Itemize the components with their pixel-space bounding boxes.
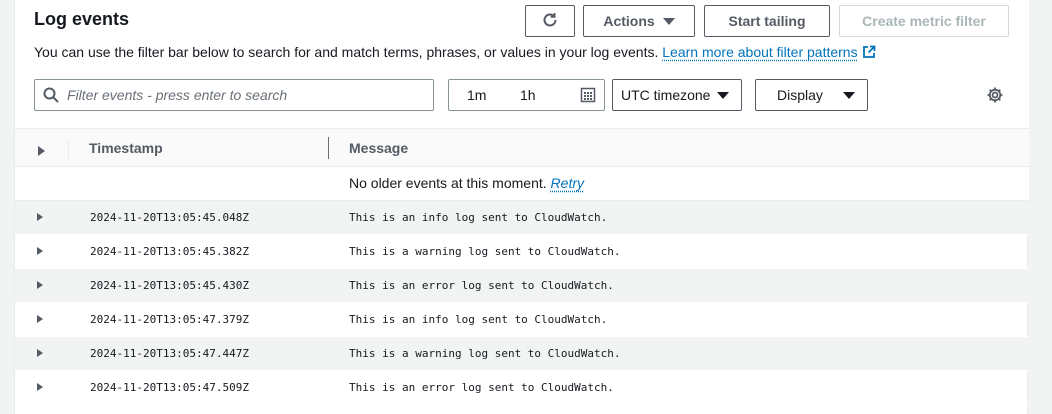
row-message: This is an info log sent to CloudWatch. xyxy=(349,211,608,224)
display-select[interactable]: Display xyxy=(755,79,868,111)
table-row[interactable]: 2024-11-20T13:05:47.379Z This is an info… xyxy=(15,303,1029,337)
filter-description: You can use the filter bar below to sear… xyxy=(34,44,876,62)
row-timestamp: 2024-11-20T13:05:45.048Z xyxy=(90,211,249,224)
column-header-message: Message xyxy=(349,140,409,156)
no-older-events-notice: No older events at this moment. Retry xyxy=(15,167,1029,201)
expand-all-icon[interactable] xyxy=(37,143,45,161)
row-message: This is an error log sent to CloudWatch. xyxy=(349,381,614,394)
learn-more-link[interactable]: Learn more about filter patterns xyxy=(662,44,857,60)
calendar-icon[interactable] xyxy=(580,87,596,106)
filter-events-search[interactable] xyxy=(34,79,434,111)
refresh-icon xyxy=(541,11,559,32)
page-title: Log events xyxy=(34,9,130,29)
row-timestamp: 2024-11-20T13:05:45.382Z xyxy=(90,245,249,258)
expand-row-icon[interactable] xyxy=(37,383,43,391)
table-row[interactable]: 2024-11-20T13:05:45.382Z This is a warni… xyxy=(15,235,1029,269)
retry-link[interactable]: Retry xyxy=(551,175,584,191)
timezone-select[interactable]: UTC timezone xyxy=(612,79,742,111)
actions-label: Actions xyxy=(603,13,655,29)
description-text: You can use the filter bar below to sear… xyxy=(34,44,659,60)
create-metric-filter-button[interactable]: Create metric filter xyxy=(839,5,1009,37)
row-timestamp: 2024-11-20T13:05:47.447Z xyxy=(90,347,249,360)
timezone-label: UTC timezone xyxy=(621,87,711,103)
gear-icon[interactable] xyxy=(986,86,1004,109)
table-row[interactable]: 2024-11-20T13:05:47.509Z This is an erro… xyxy=(15,371,1029,405)
range-1m-button[interactable]: 1m xyxy=(467,87,486,103)
display-label: Display xyxy=(777,87,823,103)
column-header-timestamp[interactable]: Timestamp xyxy=(89,140,163,156)
actions-button[interactable]: Actions xyxy=(583,5,695,37)
log-events-header: Log events Actions Start tailing Create … xyxy=(15,0,1029,128)
caret-down-icon xyxy=(843,92,855,99)
row-message: This is an info log sent to CloudWatch. xyxy=(349,313,608,326)
row-message: This is an error log sent to CloudWatch. xyxy=(349,279,614,292)
row-timestamp: 2024-11-20T13:05:47.379Z xyxy=(90,313,249,326)
expand-row-icon[interactable] xyxy=(37,213,43,221)
search-input[interactable] xyxy=(67,87,427,103)
expand-row-icon[interactable] xyxy=(37,281,43,289)
table-header: Timestamp Message xyxy=(15,128,1029,167)
expand-row-icon[interactable] xyxy=(37,315,43,323)
expand-row-icon[interactable] xyxy=(37,349,43,357)
log-events-table: Timestamp Message No older events at thi… xyxy=(15,128,1029,405)
range-1h-button[interactable]: 1h xyxy=(520,87,536,103)
row-timestamp: 2024-11-20T13:05:45.430Z xyxy=(90,279,249,292)
log-events-panel: Log events Actions Start tailing Create … xyxy=(14,0,1029,414)
refresh-button[interactable] xyxy=(525,5,575,37)
row-timestamp: 2024-11-20T13:05:47.509Z xyxy=(90,381,249,394)
table-row[interactable]: 2024-11-20T13:05:45.048Z This is an info… xyxy=(15,201,1029,235)
table-row[interactable]: 2024-11-20T13:05:45.430Z This is an erro… xyxy=(15,269,1029,303)
start-tailing-button[interactable]: Start tailing xyxy=(704,5,830,37)
column-divider xyxy=(68,139,69,159)
notice-text: No older events at this moment. xyxy=(349,175,547,191)
external-link-icon xyxy=(862,45,876,62)
time-range-selector: 1m 1h xyxy=(448,79,605,111)
create-metric-filter-label: Create metric filter xyxy=(862,13,986,29)
expand-row-icon[interactable] xyxy=(37,247,43,255)
table-row[interactable]: 2024-11-20T13:05:47.447Z This is a warni… xyxy=(15,337,1029,371)
search-icon xyxy=(35,87,67,103)
row-message: This is a warning log sent to CloudWatch… xyxy=(349,347,621,360)
caret-down-icon xyxy=(717,92,729,99)
row-message: This is a warning log sent to CloudWatch… xyxy=(349,245,621,258)
caret-down-icon xyxy=(662,17,675,25)
start-tailing-label: Start tailing xyxy=(728,13,806,29)
column-resizer[interactable] xyxy=(328,137,329,159)
